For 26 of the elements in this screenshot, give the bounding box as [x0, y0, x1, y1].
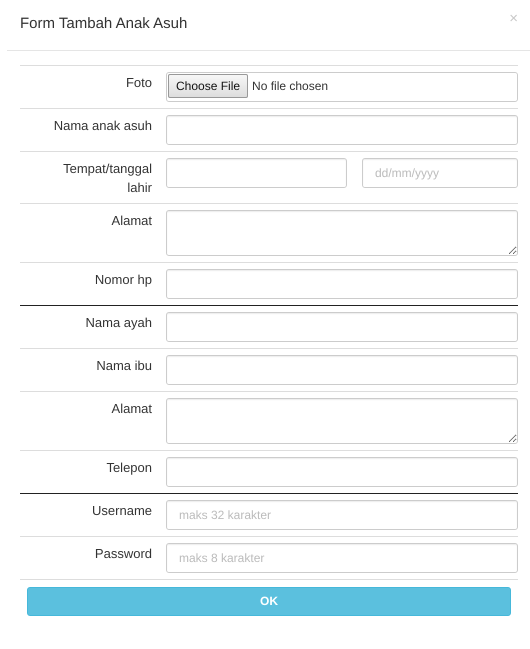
file-status: No file chosen: [252, 78, 328, 94]
field-label: Telepon: [105, 458, 152, 476]
file-field[interactable]: Choose File No file chosen: [166, 72, 518, 102]
date-field[interactable]: dd/mm/yyyy: [362, 158, 518, 188]
text-field[interactable]: [166, 456, 518, 486]
text-field[interactable]: [166, 312, 518, 342]
text-field[interactable]: [166, 158, 347, 188]
text-area[interactable]: [166, 210, 518, 256]
text-field[interactable]: [166, 268, 518, 298]
field-label: Tempat/tanggal lahir: [62, 160, 152, 196]
field-label: Foto: [124, 74, 152, 92]
text-field[interactable]: maks 32 karakter: [166, 500, 518, 530]
text-field[interactable]: [166, 354, 518, 384]
field-label: Nama ayah: [84, 314, 152, 332]
text-field[interactable]: maks 8 karakter: [166, 542, 518, 572]
modal-title: Form Tambah Anak Asuh: [20, 14, 188, 34]
field-label: Nama anak asuh: [52, 116, 152, 134]
choose-file-button[interactable]: Choose File: [168, 74, 248, 98]
field-label: Nomor hp: [94, 270, 152, 288]
field-label: Username: [91, 502, 152, 520]
field-label: Nama ibu: [95, 356, 152, 374]
field-label: Alamat: [110, 400, 152, 418]
field-label: Password: [94, 544, 152, 562]
field-label: Alamat: [110, 212, 152, 230]
text-area[interactable]: [166, 398, 518, 444]
text-field[interactable]: [166, 114, 518, 144]
